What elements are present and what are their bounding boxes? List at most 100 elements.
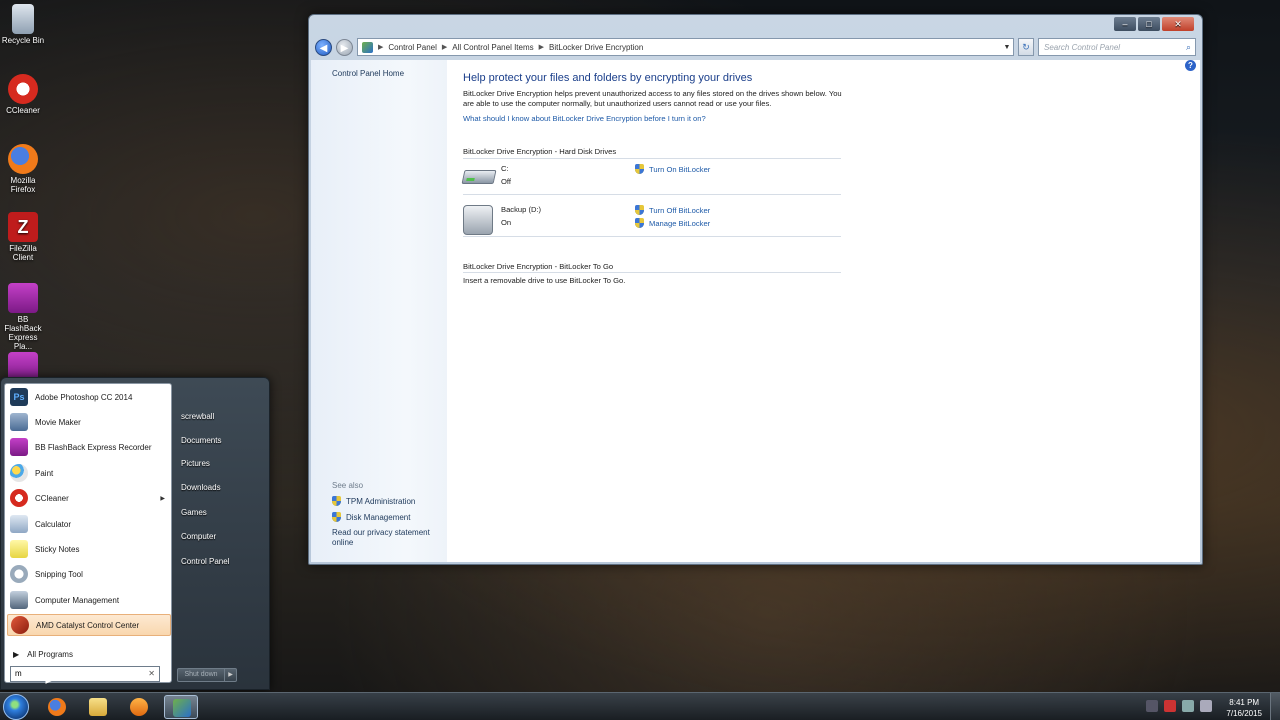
- calculator-icon: [10, 515, 28, 533]
- maximize-button[interactable]: □: [1138, 17, 1160, 31]
- turn-off-bitlocker-label: Turn Off BitLocker: [649, 205, 711, 215]
- tray-security-icon[interactable]: [1164, 700, 1176, 712]
- paint-icon: [10, 464, 28, 482]
- start-item-computer[interactable]: Computer: [181, 532, 216, 541]
- clear-search-icon[interactable]: ✕: [148, 667, 155, 681]
- back-arrow-icon: ◀: [319, 42, 328, 54]
- program-item[interactable]: Ps Adobe Photoshop CC 2014: [7, 386, 171, 408]
- taskbar-media-player[interactable]: [122, 695, 156, 719]
- all-programs-arrow-icon: ▶: [13, 650, 20, 659]
- computer-management-icon: [10, 591, 28, 609]
- start-menu: Ps Adobe Photoshop CC 2014 Movie Maker B…: [0, 377, 270, 690]
- desktop-icon-filezilla[interactable]: Z FileZilla Client: [0, 212, 46, 262]
- turn-on-bitlocker-link[interactable]: Turn On BitLocker: [635, 164, 710, 174]
- search-placeholder: Search Control Panel: [1044, 42, 1121, 52]
- taskbar-firefox[interactable]: [40, 695, 74, 719]
- tray-network-icon[interactable]: [1182, 700, 1194, 712]
- bb-flashback-player-icon: [8, 283, 38, 313]
- desktop-icon-label: CCleaner: [6, 106, 40, 115]
- start-button[interactable]: [3, 694, 29, 720]
- tray-volume-icon[interactable]: [1200, 700, 1212, 712]
- program-label: AMD Catalyst Control Center: [36, 620, 140, 630]
- amd-catalyst-icon: [11, 616, 29, 634]
- photoshop-icon: Ps: [10, 388, 28, 406]
- program-label: BB FlashBack Express Recorder: [35, 442, 152, 452]
- start-search-value: m: [15, 669, 22, 678]
- refresh-icon: ↻: [1022, 42, 1030, 52]
- desktop-icon-ccleaner[interactable]: CCleaner: [0, 74, 46, 115]
- breadcrumb-separator-icon: ▶: [538, 44, 545, 51]
- drive-state: Off: [501, 177, 511, 186]
- program-item[interactable]: Movie Maker: [7, 411, 171, 433]
- breadcrumb-bitlocker[interactable]: BitLocker Drive Encryption: [549, 43, 643, 52]
- program-item[interactable]: Calculator: [7, 513, 171, 535]
- drive-name: Backup (D:): [501, 205, 542, 214]
- folder-icon: [89, 698, 107, 716]
- sticky-notes-icon: [10, 540, 28, 558]
- privacy-statement-label: Read our privacy statement online: [332, 528, 430, 547]
- address-bar[interactable]: ▶ Control Panel ▶ All Control Panel Item…: [357, 38, 1014, 56]
- drive-name: C:: [501, 164, 509, 173]
- system-clock[interactable]: 8:41 PM 7/16/2015: [1226, 697, 1262, 719]
- taskbar-control-panel[interactable]: [164, 695, 198, 719]
- show-desktop-button[interactable]: [1270, 693, 1280, 720]
- movie-maker-icon: [10, 413, 28, 431]
- refresh-button[interactable]: ↻: [1018, 38, 1034, 56]
- shutdown-button[interactable]: Shut down: [177, 668, 225, 682]
- ccleaner-icon: [10, 489, 28, 507]
- taskbar-explorer[interactable]: [81, 695, 115, 719]
- address-dropdown-icon[interactable]: ▼: [1001, 44, 1013, 51]
- program-label: CCleaner: [35, 493, 69, 503]
- left-pane: Control Panel Home See also TPM Administ…: [311, 60, 447, 562]
- start-item-downloads[interactable]: Downloads: [181, 483, 221, 492]
- forward-button[interactable]: ▶: [336, 38, 353, 56]
- usb-drive-icon: [463, 205, 493, 235]
- desktop-icon-firefox[interactable]: Mozilla Firefox: [0, 144, 46, 194]
- bitlocker-info-link[interactable]: What should I know about BitLocker Drive…: [463, 114, 706, 123]
- all-programs-label: All Programs: [27, 650, 73, 659]
- window-controls: – □ ✕: [1114, 17, 1194, 31]
- back-button[interactable]: ◀: [315, 38, 332, 56]
- help-icon[interactable]: ?: [1185, 60, 1196, 71]
- section-divider: [463, 236, 841, 237]
- shutdown-options-icon[interactable]: ▶: [225, 668, 237, 682]
- program-item[interactable]: BB FlashBack Express Recorder: [7, 436, 171, 458]
- close-button[interactable]: ✕: [1162, 17, 1194, 31]
- program-item[interactable]: Sticky Notes: [7, 538, 171, 560]
- desktop-icon-bb-flashback[interactable]: BB FlashBack Express Pla...: [0, 283, 46, 351]
- start-search-input[interactable]: m ✕: [10, 666, 160, 682]
- search-input[interactable]: Search Control Panel ⌕: [1038, 38, 1196, 56]
- desktop-icon-label: FileZilla Client: [9, 244, 37, 262]
- manage-bitlocker-link[interactable]: Manage BitLocker: [635, 218, 710, 228]
- program-item[interactable]: Computer Management: [7, 589, 171, 611]
- firefox-icon: [48, 698, 66, 716]
- window-content: Control Panel Home See also TPM Administ…: [311, 60, 1200, 562]
- all-programs-button[interactable]: ▶ All Programs: [13, 650, 73, 659]
- program-item-highlighted[interactable]: AMD Catalyst Control Center: [7, 614, 171, 636]
- breadcrumb-control-panel[interactable]: Control Panel: [388, 43, 436, 52]
- minimize-button[interactable]: –: [1114, 17, 1136, 31]
- disk-management-link[interactable]: Disk Management: [332, 512, 410, 522]
- page-title: Help protect your files and folders by e…: [463, 72, 753, 84]
- tpm-administration-label: TPM Administration: [346, 496, 416, 506]
- tray-arrow-icon[interactable]: [1146, 700, 1158, 712]
- start-item-games[interactable]: Games: [181, 508, 207, 517]
- uac-shield-icon: [332, 496, 341, 506]
- search-icon[interactable]: ⌕: [1186, 42, 1191, 53]
- start-item-pictures[interactable]: Pictures: [181, 459, 210, 468]
- turn-off-bitlocker-link[interactable]: Turn Off BitLocker: [635, 205, 710, 215]
- breadcrumb-all-items[interactable]: All Control Panel Items: [452, 43, 533, 52]
- start-item-documents[interactable]: Documents: [181, 436, 221, 445]
- start-item-user[interactable]: screwball: [181, 412, 214, 421]
- program-item[interactable]: CCleaner ▶: [7, 487, 171, 509]
- program-item[interactable]: Paint: [7, 462, 171, 484]
- tpm-administration-link[interactable]: TPM Administration: [332, 496, 415, 506]
- desktop-icon-recycle-bin[interactable]: Recycle Bin: [0, 4, 46, 45]
- drive-row-c: C: Off Turn On BitLocker: [461, 164, 841, 194]
- program-item[interactable]: Snipping Tool: [7, 563, 171, 585]
- start-item-control-panel[interactable]: Control Panel: [181, 557, 229, 566]
- submenu-arrow-icon[interactable]: ▶: [160, 495, 165, 502]
- privacy-statement-link[interactable]: Read our privacy statement online: [332, 528, 437, 548]
- recycle-bin-icon: [12, 4, 34, 34]
- control-panel-home-link[interactable]: Control Panel Home: [332, 69, 404, 78]
